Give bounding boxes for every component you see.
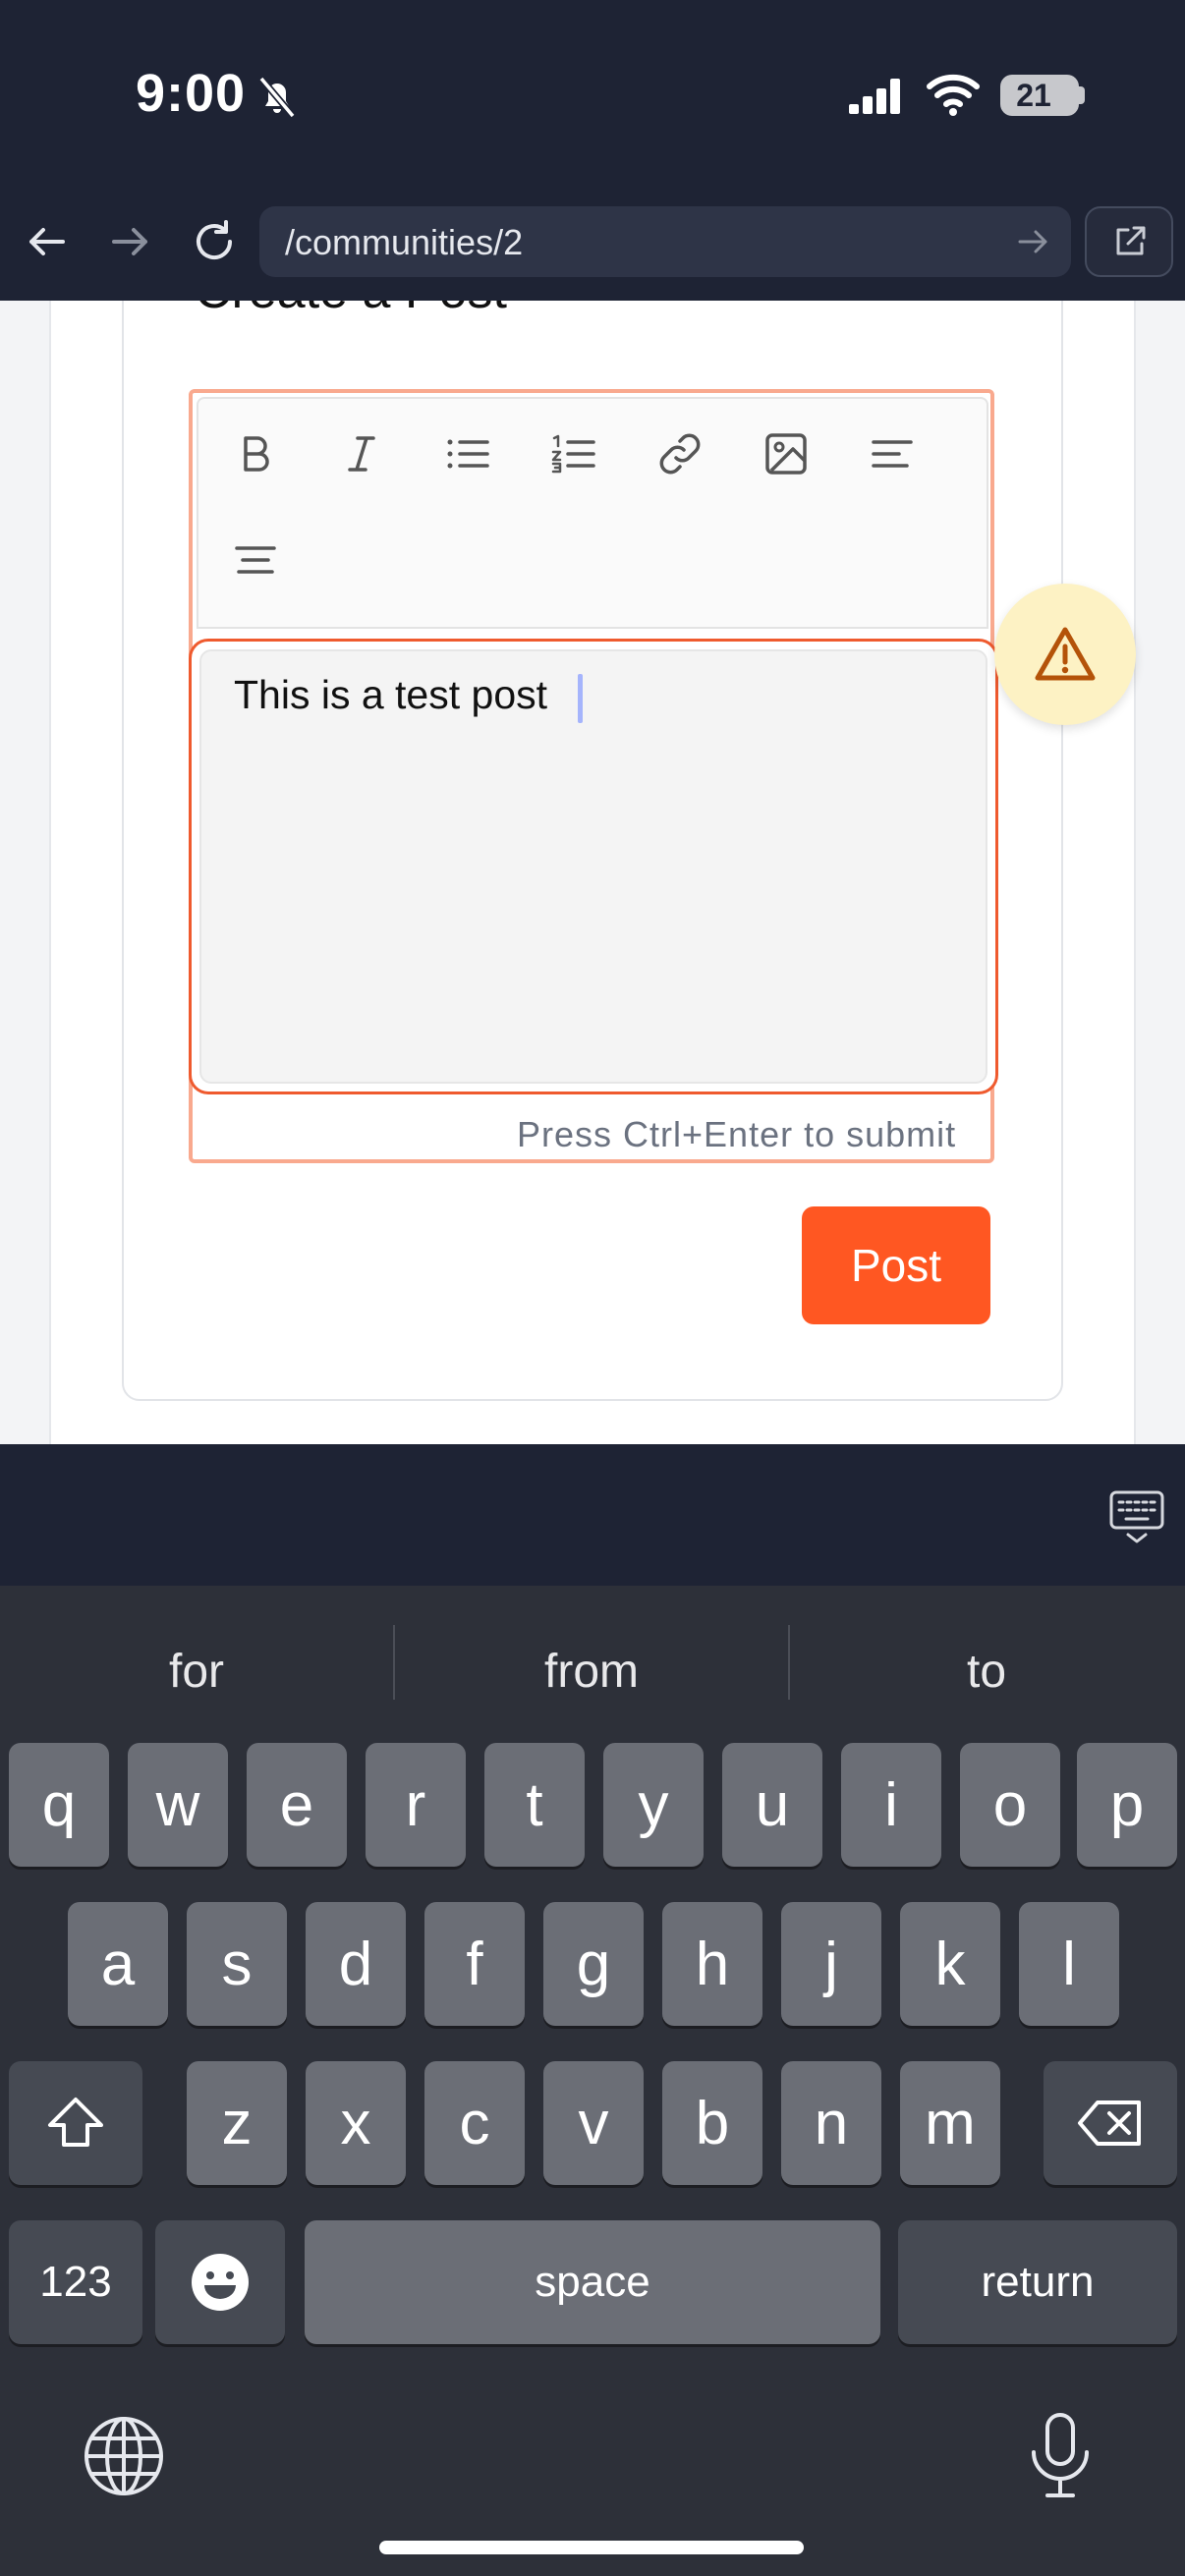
status-time: 9:00 [136, 64, 247, 123]
suggestion-2[interactable]: from [395, 1645, 788, 1699]
link-icon [659, 433, 701, 475]
italic-button[interactable] [326, 419, 397, 489]
image-icon [765, 433, 807, 475]
external-link-icon [1110, 222, 1150, 261]
home-indicator [379, 2541, 804, 2554]
align-left-icon [872, 440, 913, 468]
bullet-list-button[interactable] [432, 419, 503, 489]
shift-key[interactable] [9, 2061, 142, 2185]
align-center-icon [235, 546, 276, 574]
key-n[interactable]: n [781, 2061, 881, 2185]
key-y[interactable]: y [603, 1743, 704, 1867]
align-left-button[interactable] [857, 419, 928, 489]
post-button[interactable]: Post [802, 1206, 990, 1324]
emoji-icon [192, 2254, 249, 2311]
editor-text[interactable]: This is a test post [234, 672, 547, 718]
key-b[interactable]: b [662, 2061, 762, 2185]
key-v[interactable]: v [543, 2061, 644, 2185]
forward-arrow-icon[interactable] [104, 216, 155, 267]
back-arrow-icon[interactable] [22, 216, 73, 267]
italic-icon [348, 436, 375, 472]
warning-icon [1035, 627, 1096, 681]
shift-icon [48, 2098, 103, 2147]
globe-icon[interactable] [83, 2415, 165, 2497]
key-i[interactable]: i [841, 1743, 941, 1867]
web-page: Create a Post This is a test post Press … [0, 301, 1185, 1444]
numbered-list-icon [551, 434, 595, 474]
bold-icon [244, 436, 269, 472]
key-a[interactable]: a [68, 1902, 168, 2026]
key-t[interactable]: t [484, 1743, 585, 1867]
key-z[interactable]: z [187, 2061, 287, 2185]
url-text[interactable]: /communities/2 [285, 222, 523, 263]
bullet-list-icon [447, 439, 489, 469]
text-caret [578, 674, 583, 723]
backspace-icon [1078, 2100, 1141, 2146]
keyboard-dismiss-icon[interactable] [1108, 1489, 1165, 1544]
key-s[interactable]: s [187, 1902, 287, 2026]
space-key[interactable]: space [305, 2220, 880, 2344]
key-u[interactable]: u [722, 1743, 822, 1867]
image-button[interactable] [751, 419, 821, 489]
return-key[interactable]: return [898, 2220, 1177, 2344]
go-arrow-icon[interactable] [1014, 224, 1053, 259]
key-g[interactable]: g [543, 1902, 644, 2026]
key-o[interactable]: o [960, 1743, 1060, 1867]
key-d[interactable]: d [306, 1902, 406, 2026]
key-w[interactable]: w [128, 1743, 228, 1867]
numbers-key[interactable]: 123 [9, 2220, 142, 2344]
key-k[interactable]: k [900, 1902, 1000, 2026]
key-x[interactable]: x [306, 2061, 406, 2185]
warning-button[interactable] [994, 584, 1136, 725]
microphone-icon[interactable] [1026, 2411, 1095, 2501]
key-c[interactable]: c [424, 2061, 525, 2185]
submit-hint: Press Ctrl+Enter to submit [517, 1114, 957, 1154]
key-j[interactable]: j [781, 1902, 881, 2026]
suggestion-1[interactable]: for [0, 1645, 393, 1699]
cellular-signal-icon [847, 77, 906, 116]
key-h[interactable]: h [662, 1902, 762, 2026]
emoji-key[interactable] [155, 2220, 285, 2344]
key-p[interactable]: p [1077, 1743, 1177, 1867]
reload-icon[interactable] [187, 214, 242, 269]
key-f[interactable]: f [424, 1902, 525, 2026]
suggestion-3[interactable]: to [790, 1645, 1183, 1699]
battery-level: 21 [1016, 78, 1051, 113]
numbered-list-button[interactable] [538, 419, 609, 489]
link-button[interactable] [645, 419, 715, 489]
open-external-button[interactable] [1085, 206, 1173, 277]
keyboard-accessory-bar [0, 1444, 1185, 1586]
bell-muted-icon [254, 73, 301, 120]
battery-indicator: 21 [1000, 75, 1079, 116]
bold-button[interactable] [220, 419, 291, 489]
key-q[interactable]: q [9, 1743, 109, 1867]
wifi-icon [926, 73, 981, 116]
key-m[interactable]: m [900, 2061, 1000, 2185]
card-title: Create a Post [195, 301, 507, 320]
align-center-button[interactable] [220, 525, 291, 595]
key-e[interactable]: e [247, 1743, 347, 1867]
battery-nub [1079, 86, 1085, 104]
delete-key[interactable] [1044, 2061, 1177, 2185]
key-r[interactable]: r [366, 1743, 466, 1867]
key-l[interactable]: l [1019, 1902, 1119, 2026]
keyboard: for from to q w e r t y u i o p a s d f … [0, 1586, 1185, 2576]
status-bar: 9:00 21 [0, 0, 1185, 196]
